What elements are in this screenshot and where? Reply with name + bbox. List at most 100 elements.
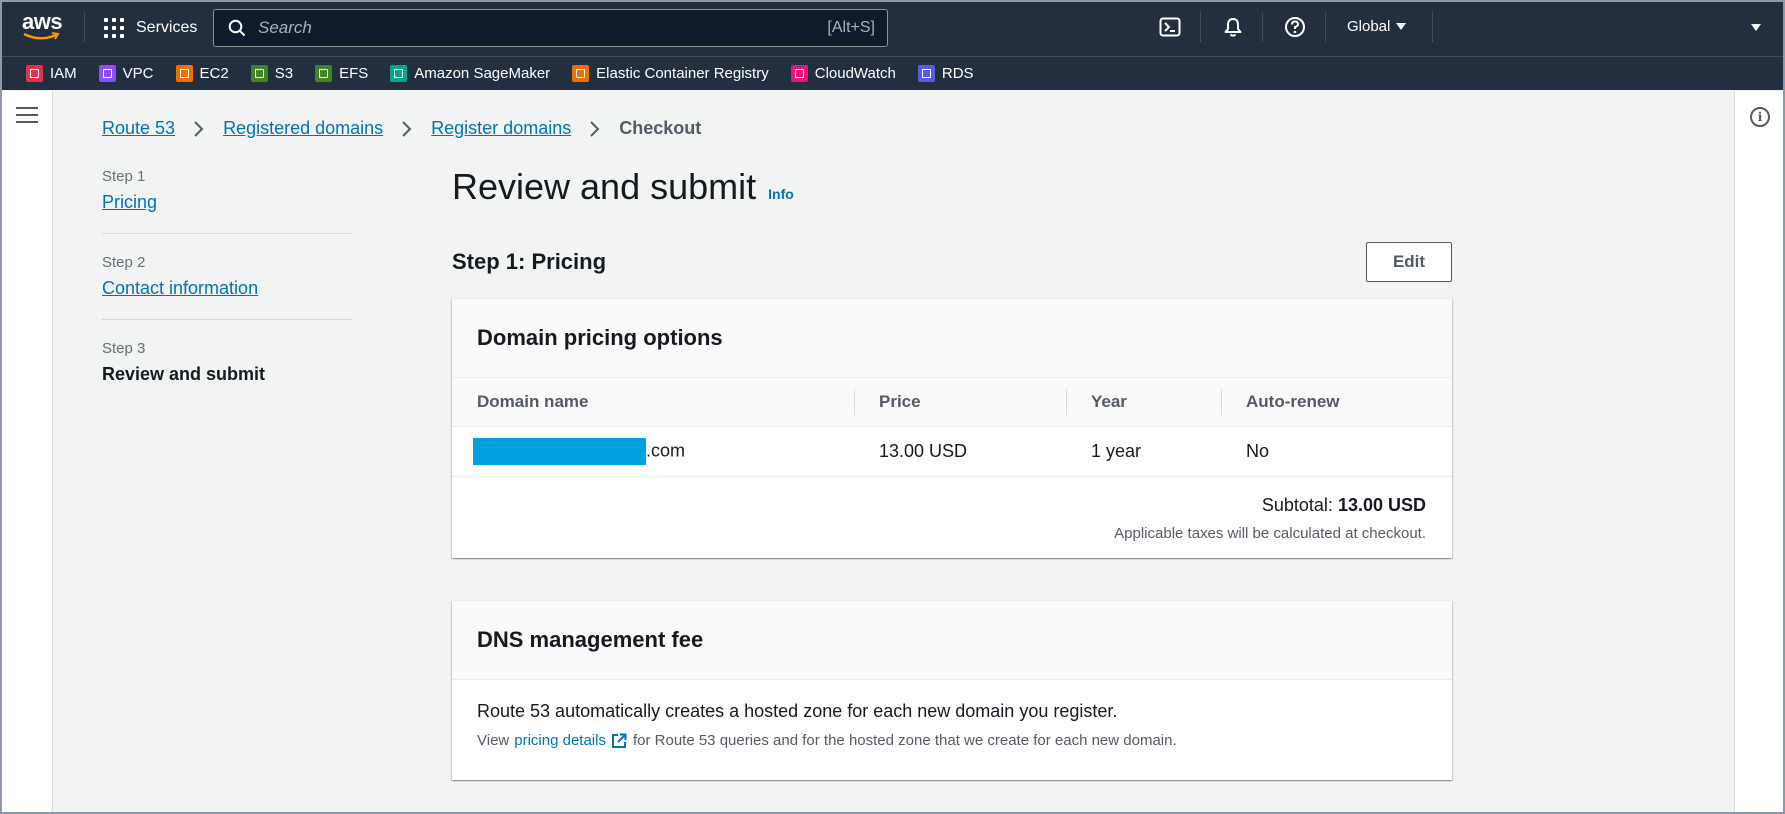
ecr-icon — [572, 65, 590, 82]
section-header: Step 1: Pricing Edit — [452, 242, 1452, 282]
aws-logo[interactable]: aws — [22, 10, 66, 44]
favorite-label: Elastic Container Registry — [596, 65, 769, 82]
section-title: Step 1: Pricing — [452, 249, 607, 274]
help-button[interactable] — [1283, 15, 1307, 39]
search-icon — [228, 19, 246, 37]
nav-separator — [1262, 12, 1263, 42]
edit-button[interactable]: Edit — [1366, 242, 1452, 282]
vpc-icon — [98, 65, 116, 82]
hamburger-menu-icon[interactable] — [16, 107, 38, 125]
rds-icon — [917, 65, 935, 82]
pricing-details-link[interactable]: pricing details — [514, 732, 606, 749]
favorite-label: RDS — [941, 65, 974, 82]
domain-pricing-card: Domain pricing options Domain name Price… — [452, 298, 1452, 558]
services-menu-button[interactable]: Services — [104, 14, 197, 42]
favorite-vpc[interactable]: VPC — [98, 65, 154, 82]
sagemaker-icon — [390, 65, 408, 82]
info-panel-icon[interactable]: i — [1750, 107, 1770, 127]
cloudshell-icon — [1159, 17, 1181, 37]
wizard-step-2: Step 2 Contact information — [102, 254, 352, 320]
favorite-cloudwatch[interactable]: CloudWatch — [790, 65, 896, 82]
left-rail — [0, 91, 53, 814]
step-link-contact-information[interactable]: Contact information — [102, 278, 352, 299]
chevron-right-icon — [585, 119, 605, 139]
pricing-table: Domain name Price Year Auto-renew .com 1… — [452, 378, 1452, 477]
top-navigation: aws Services [Alt+S] — [0, 0, 1785, 56]
favorite-rds[interactable]: RDS — [917, 65, 974, 82]
favorite-ecr[interactable]: Elastic Container Registry — [572, 65, 769, 82]
nav-separator — [1325, 12, 1326, 42]
step-link-pricing[interactable]: Pricing — [102, 192, 352, 213]
nav-separator — [1200, 12, 1201, 42]
s3-icon — [250, 65, 268, 82]
dns-management-card: DNS management fee Route 53 automaticall… — [452, 600, 1452, 780]
search-box[interactable]: [Alt+S] — [213, 9, 888, 47]
aws-logo-text: aws — [22, 9, 63, 34]
help-icon — [1285, 17, 1305, 37]
favorite-label: CloudWatch — [814, 65, 896, 82]
step-number: Step 3 — [102, 340, 146, 357]
column-header-domain-name: Domain name — [452, 378, 854, 427]
column-header-year: Year — [1066, 378, 1221, 427]
step-number: Step 1 — [102, 168, 146, 185]
dns-description: Route 53 automatically creates a hosted … — [477, 701, 1118, 721]
iam-icon — [26, 65, 43, 82]
favorite-iam[interactable]: IAM — [26, 65, 77, 82]
breadcrumb-current: Checkout — [619, 118, 702, 138]
breadcrumb: Route 53 Registered domains Register dom… — [102, 118, 701, 139]
bell-icon — [1224, 18, 1242, 37]
year-cell: 1 year — [1066, 426, 1221, 477]
breadcrumb-route53[interactable]: Route 53 — [102, 118, 175, 139]
price-cell: 13.00 USD — [854, 426, 1066, 477]
breadcrumb-registered-domains[interactable]: Registered domains — [223, 118, 383, 139]
region-selector[interactable]: Global — [1347, 18, 1407, 35]
chevron-right-icon — [189, 119, 209, 139]
favorite-ec2[interactable]: EC2 — [175, 65, 229, 82]
card-title: DNS management fee — [477, 627, 704, 652]
search-input[interactable] — [258, 18, 828, 38]
favorite-sagemaker[interactable]: Amazon SageMaker — [390, 65, 550, 82]
tax-note: Applicable taxes will be calculated at c… — [1114, 525, 1426, 542]
favorite-label: S3 — [274, 65, 294, 82]
domain-name-cell: .com — [452, 426, 854, 477]
favorite-label: VPC — [122, 65, 154, 82]
caret-down-icon — [1396, 23, 1407, 30]
favorite-efs[interactable]: EFS — [315, 65, 368, 82]
wizard-step-1: Step 1 Pricing — [102, 168, 352, 234]
notifications-button[interactable] — [1221, 15, 1245, 39]
card-header: DNS management fee — [452, 601, 1452, 680]
favorite-s3[interactable]: S3 — [250, 65, 294, 82]
ec2-icon — [175, 65, 193, 82]
chevron-right-icon — [397, 119, 417, 139]
page-header: Review and submit Info — [452, 166, 1452, 208]
grid-menu-icon — [104, 18, 124, 38]
table-row: .com 13.00 USD 1 year No — [452, 426, 1452, 477]
auto-renew-cell: No — [1221, 426, 1452, 477]
search-shortcut-hint: [Alt+S] — [827, 19, 875, 36]
step-current-review: Review and submit — [102, 364, 266, 384]
column-header-price: Price — [854, 378, 1066, 427]
external-link-icon — [611, 733, 627, 748]
subtotal: Subtotal: 13.00 USD — [1261, 495, 1426, 515]
services-label: Services — [136, 19, 198, 36]
nav-separator — [84, 12, 85, 42]
info-link[interactable]: Info — [768, 186, 794, 202]
favorites-bar: IAM VPC EC2 S3 EFS Amazon SageMaker Elas… — [0, 56, 1785, 90]
breadcrumb-register-domains[interactable]: Register domains — [431, 118, 571, 139]
cloudwatch-icon — [790, 65, 808, 82]
page-title: Review and submit — [452, 166, 757, 207]
right-rail: i — [1734, 91, 1785, 814]
region-label: Global — [1347, 18, 1391, 35]
account-menu-caret-icon[interactable] — [1751, 24, 1761, 31]
wizard-step-3: Step 3 Review and submit — [102, 340, 352, 405]
step-number: Step 2 — [102, 254, 146, 271]
wizard-steps: Step 1 Pricing Step 2 Contact informatio… — [102, 168, 352, 425]
cloudshell-button[interactable] — [1158, 15, 1182, 39]
dns-pricing-note: View pricing details for Route 53 querie… — [477, 732, 1177, 749]
favorite-label: EFS — [339, 65, 369, 82]
card-header: Domain pricing options — [452, 299, 1452, 378]
subtotal-block: Subtotal: 13.00 USD Applicable taxes wil… — [1114, 495, 1426, 542]
favorite-label: EC2 — [199, 65, 229, 82]
column-header-auto-renew: Auto-renew — [1221, 378, 1452, 427]
table-header-row: Domain name Price Year Auto-renew — [452, 378, 1452, 427]
